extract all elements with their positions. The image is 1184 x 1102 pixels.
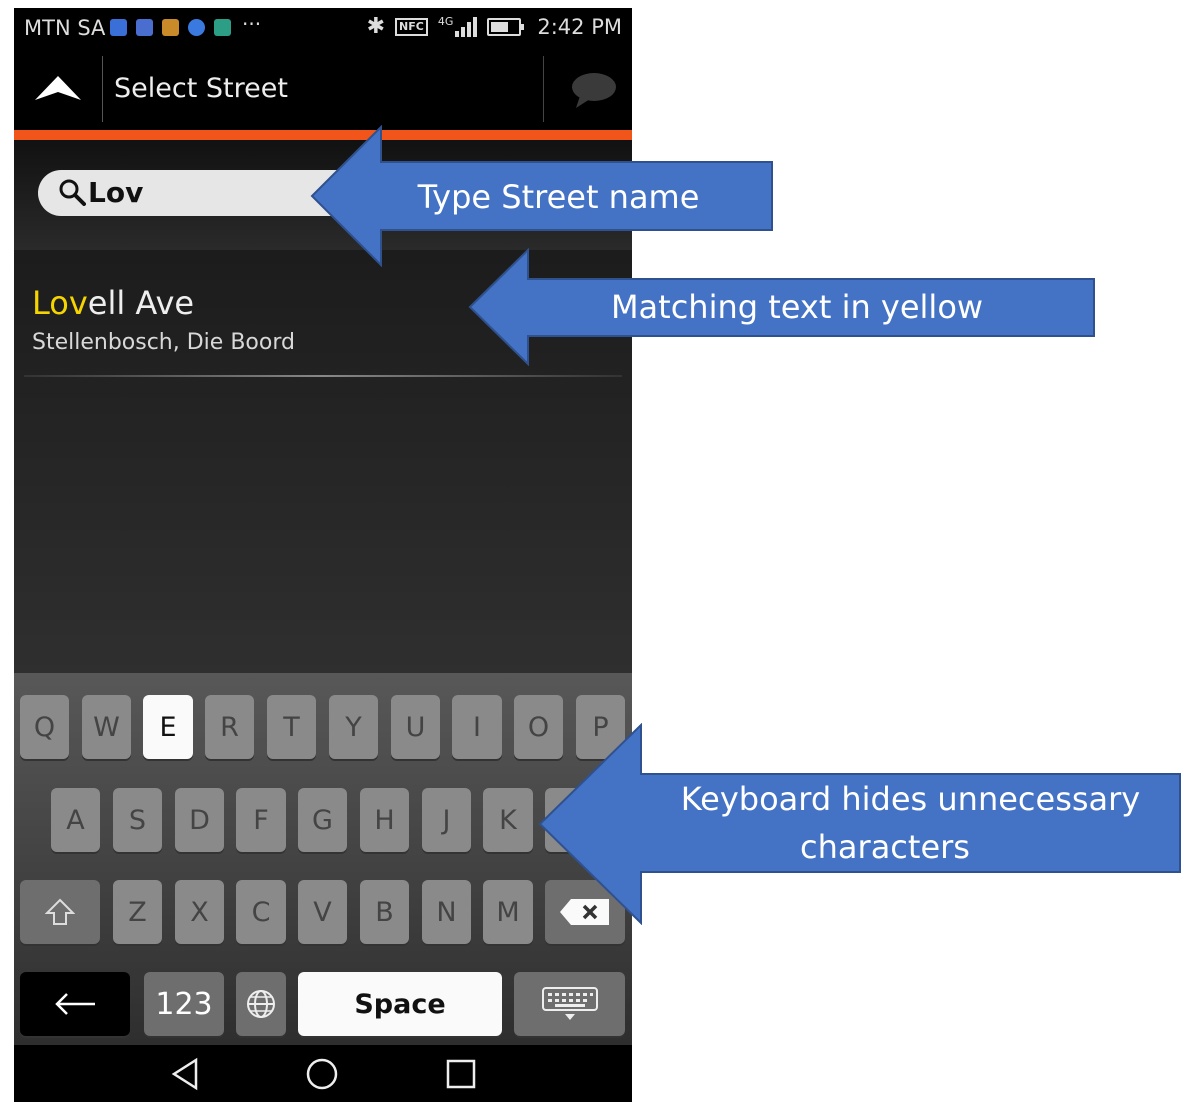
nfc-icon: NFC — [395, 17, 428, 36]
back-icon[interactable] — [168, 1056, 204, 1092]
app-notification-icon — [136, 19, 153, 36]
key-n[interactable]: N — [422, 880, 471, 944]
key-d[interactable]: D — [175, 788, 224, 852]
street-name-rest: ell Ave — [87, 284, 195, 322]
key-f[interactable]: F — [236, 788, 286, 852]
key-v[interactable]: V — [298, 880, 347, 944]
match-callout-text: Matching text in yellow — [610, 288, 984, 326]
chat-bubble-icon — [572, 73, 616, 108]
header-divider — [102, 56, 103, 122]
navigation-arrow-icon — [35, 76, 81, 100]
street-name: Lovell Ave — [32, 284, 194, 322]
page-title: Select Street — [114, 73, 288, 104]
clock: 2:42 PM — [537, 14, 622, 39]
gallery-notification-icon — [214, 19, 231, 36]
keyboard-icon — [541, 987, 598, 1020]
keyboard-callout-text-line1: Keyboard hides unnecessary — [680, 780, 1141, 818]
key-s[interactable]: S — [113, 788, 162, 852]
keyboard-callout-text-line2: characters — [800, 828, 970, 866]
key-m[interactable]: M — [483, 880, 533, 944]
key-c[interactable]: C — [236, 880, 286, 944]
back-key[interactable] — [20, 972, 130, 1036]
key-q[interactable]: Q — [20, 695, 69, 759]
app-header: Select Street — [14, 48, 632, 130]
shift-arrow-icon — [45, 898, 75, 925]
left-arrow-icon — [55, 993, 95, 1015]
language-key[interactable] — [236, 972, 286, 1036]
matching-text: Lov — [32, 284, 88, 322]
street-location: Stellenbosch, Die Boord — [32, 330, 295, 355]
key-r[interactable]: R — [205, 695, 254, 759]
key-u[interactable]: U — [391, 695, 440, 759]
search-callout-text: Type Street name — [417, 178, 700, 216]
key-x[interactable]: X — [175, 880, 224, 944]
sim-notification-icon — [162, 19, 179, 36]
keyboard-callout-arrow — [538, 723, 1181, 925]
key-k[interactable]: K — [483, 788, 533, 852]
battery-icon — [487, 17, 525, 36]
divider — [24, 375, 622, 377]
home-icon[interactable] — [304, 1056, 340, 1092]
cloud-notification-icon — [188, 19, 205, 36]
carrier-label: MTN SA — [24, 16, 106, 40]
key-b[interactable]: B — [360, 880, 409, 944]
key-i[interactable]: I — [452, 695, 502, 759]
search-icon — [59, 179, 86, 206]
recent-apps-icon[interactable] — [443, 1056, 479, 1092]
hide-keyboard-key[interactable] — [514, 972, 625, 1036]
system-navigation-bar — [14, 1045, 632, 1102]
key-e[interactable]: E — [143, 695, 193, 759]
key-h[interactable]: H — [360, 788, 409, 852]
more-notifications-label: ··· — [242, 12, 262, 36]
header-divider — [543, 56, 544, 122]
bluetooth-icon: ✱ — [366, 14, 386, 39]
key-j[interactable]: J — [422, 788, 471, 852]
search-input-value: Lov — [88, 176, 144, 209]
key-z[interactable]: Z — [113, 880, 162, 944]
space-key[interactable]: Space — [298, 972, 502, 1036]
navigation-arrow-button[interactable] — [14, 48, 102, 130]
network-type-label: 4G — [437, 15, 454, 28]
numbers-key[interactable]: 123 — [144, 972, 224, 1036]
key-y[interactable]: Y — [329, 695, 378, 759]
key-g[interactable]: G — [298, 788, 347, 852]
shift-key[interactable] — [20, 880, 100, 944]
location-notification-icon — [110, 19, 127, 36]
chat-button[interactable] — [554, 48, 632, 130]
globe-icon — [247, 990, 275, 1018]
status-bar: MTN SA ··· ✱ NFC 4G 2:42 PM — [14, 8, 632, 48]
signal-icon — [455, 16, 478, 37]
key-a[interactable]: A — [51, 788, 100, 852]
key-w[interactable]: W — [82, 695, 131, 759]
key-t[interactable]: T — [267, 695, 316, 759]
